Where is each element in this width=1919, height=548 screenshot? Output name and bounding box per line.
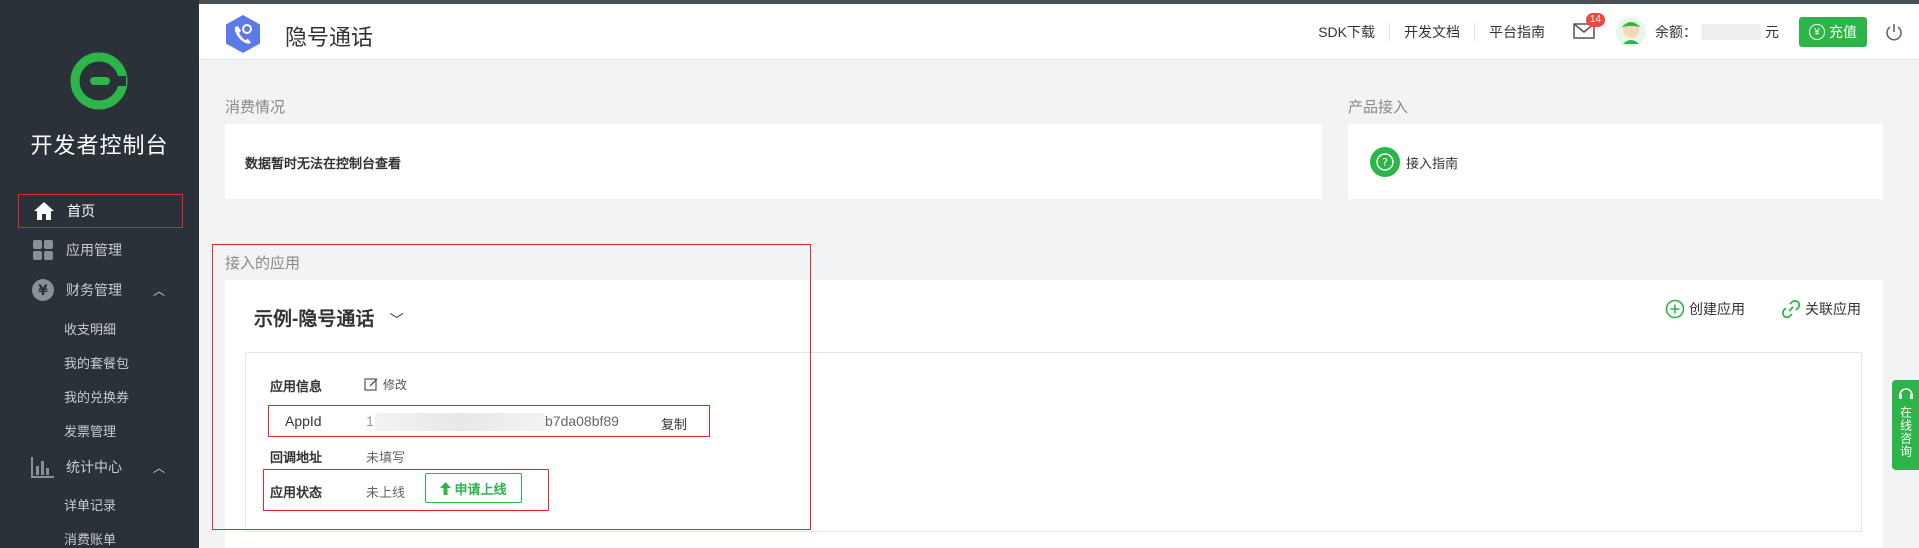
sidebar-item-label: 首页 (67, 203, 95, 219)
link-app-label: 关联应用 (1805, 301, 1861, 317)
svg-text:¥: ¥ (38, 283, 48, 299)
balance-label: 余额： (1655, 24, 1697, 40)
chevron-up-icon: ︿ (152, 283, 165, 298)
brand-logo-icon (70, 52, 128, 110)
power-icon[interactable] (1885, 23, 1903, 41)
home-icon (31, 198, 57, 224)
avatar[interactable] (1615, 16, 1647, 48)
mail-count-badge: 14 (1585, 13, 1605, 27)
consumption-panel: 数据暂时无法在控制台查看 (225, 124, 1322, 199)
sidebar-item-label: 应用管理 (66, 242, 122, 258)
sidebar-item-statistics[interactable]: 统计中心 ︿ (18, 450, 183, 484)
svg-text:?: ? (1382, 156, 1388, 169)
sidebar-item-app-management[interactable]: 应用管理 (18, 233, 183, 267)
product-section-title: 产品接入 (1348, 99, 1409, 116)
question-circle-icon: ? (1370, 147, 1400, 177)
mail-icon[interactable]: 14 (1573, 13, 1605, 41)
sidebar-subitem-detail-records[interactable]: 详单记录 (64, 495, 116, 514)
access-guide-link[interactable]: ? 接入指南 (1370, 147, 1458, 177)
grid-icon (30, 237, 56, 263)
link-app-button[interactable]: 关联应用 (1781, 299, 1861, 319)
headset-icon (1898, 388, 1913, 399)
consumption-message: 数据暂时无法在控制台查看 (245, 156, 402, 171)
consumption-section-title: 消费情况 (225, 99, 286, 116)
phone-hexagon-icon (226, 15, 260, 53)
dev-docs-link[interactable]: 开发文档 (1390, 23, 1475, 41)
recharge-label: 充值 (1829, 24, 1857, 40)
sdk-download-link[interactable]: SDK下载 (1304, 23, 1390, 41)
online-consult-label: 在线咨询 (1898, 406, 1913, 458)
link-icon (1781, 299, 1801, 319)
sidebar-subitem-my-packages[interactable]: 我的套餐包 (64, 353, 129, 372)
chevron-up-icon: ︿ (152, 460, 165, 475)
sidebar-item-home[interactable]: 首页 (18, 194, 183, 228)
sidebar-subitem-consumption-bill[interactable]: 消费账单 (64, 529, 116, 548)
top-links: SDK下载 开发文档 平台指南 14 余额： 元 ¥ 充值 (1304, 4, 1919, 60)
yen-icon: ¥ (1809, 24, 1825, 40)
plus-circle-icon (1665, 299, 1685, 319)
recharge-button[interactable]: ¥ 充值 (1799, 17, 1867, 47)
online-consult-tab[interactable]: 在线咨询 (1892, 380, 1919, 470)
yen-circle-icon: ¥ (30, 277, 56, 303)
platform-guide-link[interactable]: 平台指南 (1475, 23, 1559, 41)
product-panel: ? 接入指南 (1348, 124, 1883, 199)
apps-highlight-frame (212, 244, 811, 530)
brand-title: 开发者控制台 (30, 133, 169, 158)
create-app-button[interactable]: 创建应用 (1665, 299, 1745, 319)
sidebar-item-label: 财务管理 (66, 282, 122, 298)
sidebar-subitem-income-expense[interactable]: 收支明细 (64, 319, 116, 338)
access-guide-label: 接入指南 (1406, 155, 1459, 171)
bar-chart-icon (30, 454, 56, 480)
sidebar: 开发者控制台 首页 应用管理 ¥ 财务管理 ︿ 收支明细 我的套餐包 我的兑换券… (0, 0, 199, 548)
create-app-label: 创建应用 (1689, 301, 1745, 317)
page-title: 隐号通话 (285, 25, 374, 50)
sidebar-subitem-invoices[interactable]: 发票管理 (64, 421, 116, 440)
top-header: 隐号通话 SDK下载 开发文档 平台指南 14 余额： 元 ¥ 充值 (199, 4, 1919, 60)
sidebar-subitem-my-vouchers[interactable]: 我的兑换券 (64, 387, 129, 406)
sidebar-item-finance[interactable]: ¥ 财务管理 ︿ (18, 273, 183, 307)
sidebar-item-label: 统计中心 (66, 459, 122, 475)
balance-masked-value (1701, 24, 1761, 40)
balance-unit: 元 (1765, 24, 1779, 40)
